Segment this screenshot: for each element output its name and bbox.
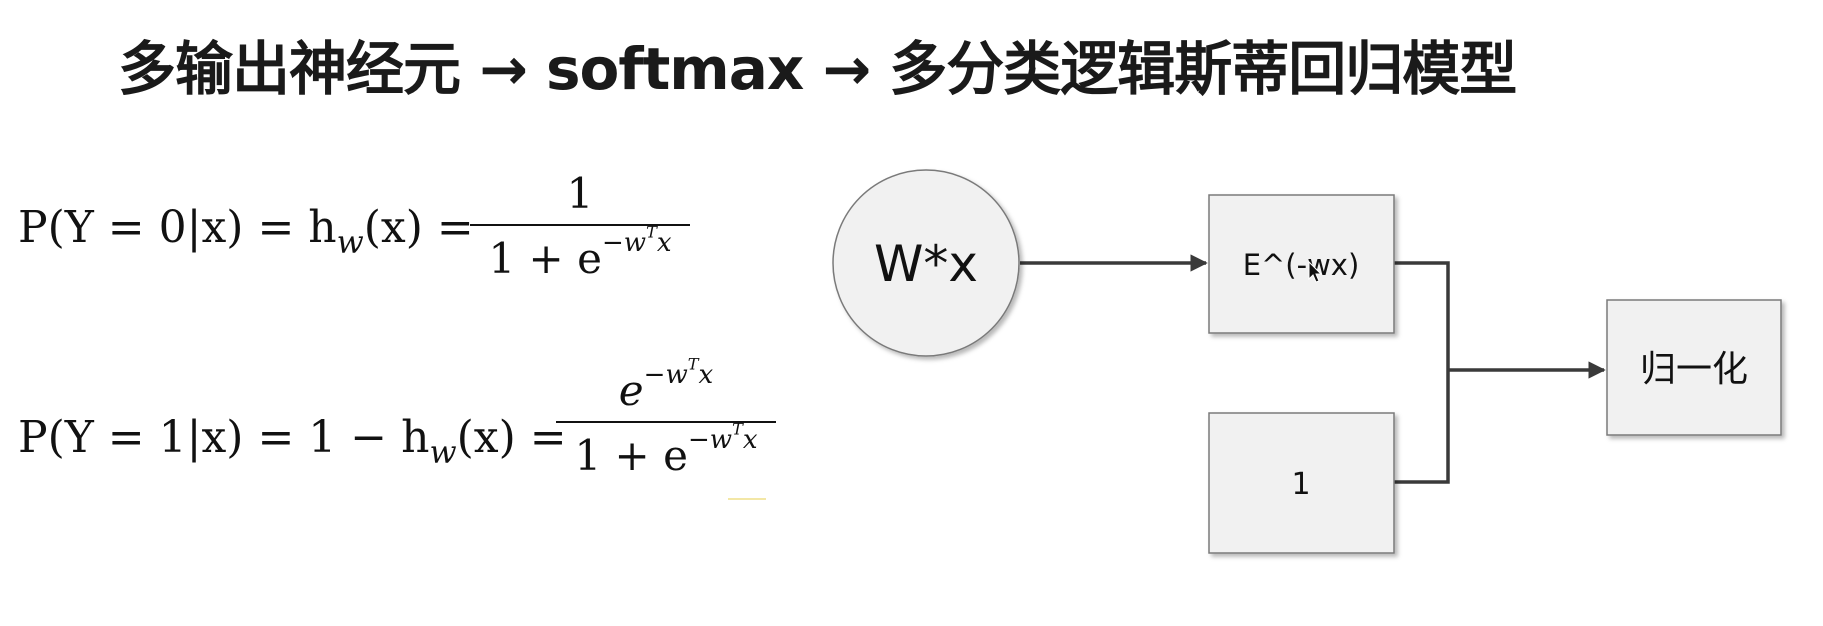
normalize-label: 归一化 [1640, 349, 1748, 390]
constant-one-label: 1 [1291, 467, 1310, 502]
exp-node-label: E^(-wx) [1243, 248, 1360, 282]
weighted-sum-label: W*x [874, 235, 978, 293]
connector-one-to-join [1394, 372, 1450, 484]
softmax-diagram: W*x E^(-wx) 1 归一化 [832, 169, 1782, 554]
connector-exp-to-join [1394, 261, 1450, 372]
